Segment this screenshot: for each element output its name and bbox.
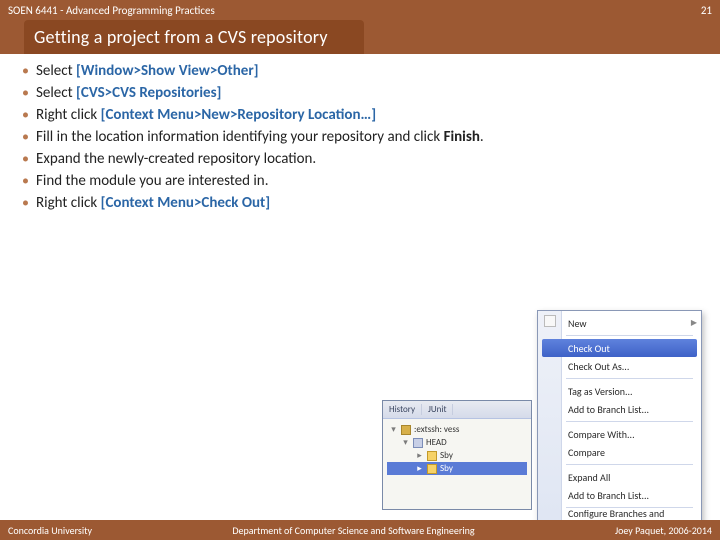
list-item: Select [CVS>CVS Repositories] — [18, 82, 702, 104]
menu-label: Compare — [568, 446, 605, 459]
menu-item-add-branch[interactable]: Add to Branch List... — [568, 400, 697, 418]
footer-left: Concordia University — [8, 524, 92, 537]
folder-icon — [427, 451, 437, 461]
twisty-icon: ▾ — [389, 424, 398, 435]
bullet-text: Select — [36, 84, 76, 102]
menu-item-compare-with[interactable]: Compare With... — [568, 425, 697, 443]
list-item: Expand the newly-created repository loca… — [18, 148, 702, 170]
twisty-icon: ▾ — [401, 437, 410, 448]
menu-path: [CVS>CVS Repositories] — [76, 84, 221, 102]
repo-tree: ▾ :extssh: vess ▾ HEAD ▸ Sby ▸ Sby — [383, 419, 531, 479]
menu-label: Check Out As... — [568, 360, 629, 373]
tree-label: HEAD — [426, 437, 447, 448]
tree-head[interactable]: ▾ HEAD — [387, 436, 527, 449]
course-code: SOEN 6441 - Advanced Programming Practic… — [8, 4, 215, 17]
menu-item-expand[interactable]: Expand All — [568, 468, 697, 486]
list-item: Find the module you are interested in. — [18, 170, 702, 192]
menu-label: Add to Branch List... — [568, 489, 649, 502]
menu-items: New ▶ Check Out Check Out As... Tag as Ve… — [538, 311, 701, 540]
embedded-screenshot: History JUnit ▾ :extssh: vess ▾ HEAD ▸ Sby … — [372, 310, 702, 510]
context-menu: New ▶ Check Out Check Out As... Tag as Ve… — [537, 310, 702, 540]
bullet-text: . — [480, 128, 484, 146]
tree-label: Sby — [440, 463, 453, 474]
list-item: Right click [Context Menu>Check Out] — [18, 192, 702, 214]
bullet-text: Right click — [36, 194, 101, 212]
tree-label: :extssh: vess — [414, 424, 459, 435]
tree-module-selected[interactable]: ▸ Sby — [387, 462, 527, 475]
folder-icon — [427, 464, 437, 474]
footer-right: Joey Paquet, 2006-2014 — [615, 524, 712, 537]
menu-label: Compare With... — [568, 428, 635, 441]
menu-label: Add to Branch List... — [568, 403, 649, 416]
tree-label: Sby — [440, 450, 453, 461]
bullet-text: Select — [36, 62, 76, 80]
menu-separator — [566, 421, 693, 422]
slide-footer: Concordia University Department of Compu… — [0, 520, 720, 540]
menu-item-new[interactable]: New ▶ — [568, 314, 697, 332]
slide-header: SOEN 6441 - Advanced Programming Practic… — [0, 0, 720, 20]
submenu-arrow-icon: ▶ — [691, 318, 697, 328]
tab-history[interactable]: History — [383, 404, 422, 415]
title-box: Getting a project from a CVS repository — [24, 20, 364, 54]
menu-separator — [566, 464, 693, 465]
menu-path: [Context Menu>Check Out] — [101, 194, 271, 212]
menu-label: New — [568, 317, 587, 330]
tree-module[interactable]: ▸ Sby — [387, 449, 527, 462]
list-item: Fill in the location information identif… — [18, 126, 702, 148]
tree-root[interactable]: ▾ :extssh: vess — [387, 423, 527, 436]
view-tabs: History JUnit — [383, 401, 531, 419]
bullet-list: Select [Window>Show View>Other] Select [… — [18, 60, 702, 214]
menu-item-checkout[interactable]: Check Out — [542, 339, 697, 357]
repo-icon — [401, 425, 411, 435]
title-bar: Getting a project from a CVS repository — [0, 20, 720, 54]
menu-separator — [566, 378, 693, 379]
list-item: Right click [Context Menu>New>Repository… — [18, 104, 702, 126]
finish-label: Finish — [444, 128, 480, 146]
menu-label: Tag as Version... — [568, 385, 633, 398]
page-number: 21 — [701, 4, 712, 17]
footer-center: Department of Computer Science and Softw… — [232, 524, 474, 537]
tab-junit[interactable]: JUnit — [422, 404, 453, 415]
bullet-text: Fill in the location information identif… — [36, 128, 444, 146]
menu-item-tag[interactable]: Tag as Version... — [568, 382, 697, 400]
twisty-icon: ▸ — [415, 463, 424, 474]
menu-label: Expand All — [568, 471, 610, 484]
list-item: Select [Window>Show View>Other] — [18, 60, 702, 82]
head-icon — [413, 438, 423, 448]
menu-label: Check Out — [568, 342, 610, 355]
slide-title: Getting a project from a CVS repository — [34, 26, 328, 48]
menu-item-compare[interactable]: Compare — [568, 443, 697, 461]
menu-path: [Context Menu>New>Repository Location…] — [101, 106, 376, 124]
menu-path: [Window>Show View>Other] — [76, 62, 259, 80]
bullet-text: Find the module you are interested in. — [36, 172, 268, 190]
bullet-text: Right click — [36, 106, 101, 124]
bullet-text: Expand the newly-created repository loca… — [36, 150, 316, 168]
twisty-icon: ▸ — [415, 450, 424, 461]
menu-separator — [566, 335, 693, 336]
slide: SOEN 6441 - Advanced Programming Practic… — [0, 0, 720, 540]
cvs-view: History JUnit ▾ :extssh: vess ▾ HEAD ▸ Sby … — [382, 400, 532, 510]
menu-item-add-branch-2[interactable]: Add to Branch List... — [568, 486, 697, 504]
menu-item-checkout-as[interactable]: Check Out As... — [568, 357, 697, 375]
